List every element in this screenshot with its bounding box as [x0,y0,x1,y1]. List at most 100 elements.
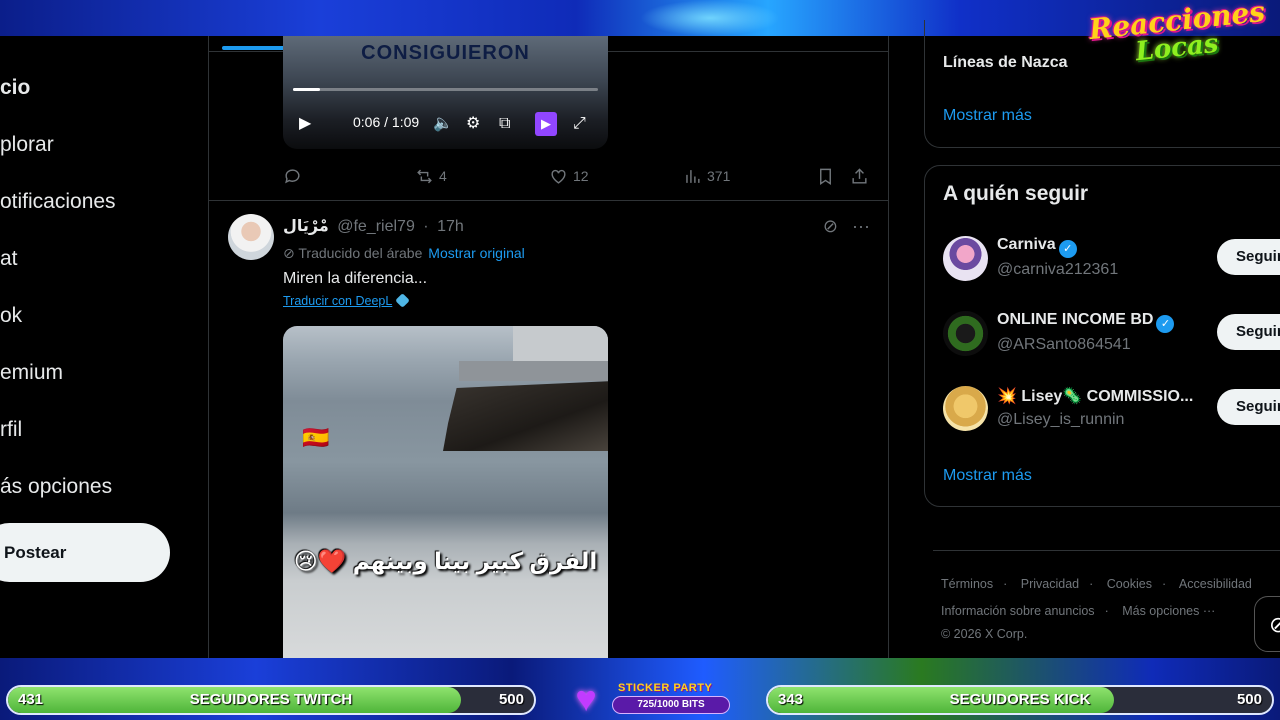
footer-link-accessibility[interactable]: Accesibilidad [1179,577,1252,591]
media-caption: الفرق كبير بينا وبينهم ❤️😢 [293,548,598,574]
suggestion-name[interactable]: ONLINE INCOME BD [997,311,1153,328]
post-button[interactable]: Postear [0,523,170,582]
footer-divider [933,550,1280,551]
picture-in-picture-icon[interactable]: ⧉ [499,112,510,136]
grok-explain-icon[interactable]: ⊘ [823,216,838,237]
settings-gear-icon[interactable]: ⚙ [466,112,480,136]
verified-badge-icon: ✓ [1058,240,1077,258]
tweet-header-icons: ⊘ ··· [823,216,870,237]
translated-label: Traducido del árabe [298,245,423,261]
channel-logo: Reacciones Locas [1082,0,1272,90]
sticker-party-title: STICKER PARTY [618,682,713,694]
like-count: 12 [573,168,589,184]
nav-item-premium[interactable]: emium [0,361,63,385]
video-progress-fill [293,88,321,91]
like-button[interactable]: 12 [549,164,589,188]
follow-suggestion[interactable]: ONLINE INCOME BD ✓ @ARSanto864541 Seguir [943,309,1280,359]
footer-link-privacy[interactable]: Privacidad [1021,577,1079,591]
nav-item-more[interactable]: ás opciones [0,475,112,499]
fullscreen-icon[interactable]: ⤢ [573,112,586,136]
media-pier [459,361,608,381]
who-to-follow-title: A quién seguir [943,182,1089,205]
kick-goal-label: SEGUIDORES KICK [949,691,1091,708]
sticker-party-progress: 725/1000 BITS [612,696,730,714]
deepl-translate-link[interactable]: Traducir con DeepL [283,293,411,308]
suggestion-handle: @Lisey_is_runnin [997,411,1125,428]
video-progress-bar[interactable] [293,88,598,91]
grok-floating-button[interactable]: ⊘ [1254,596,1280,652]
spain-flag-icon: 🇪🇸 [302,425,330,450]
who-to-follow-card: A quién seguir Carniva ✓ @carniva212361 S… [924,165,1280,507]
volume-icon[interactable]: 🔈 [433,112,453,136]
show-more-follow-link[interactable]: Mostrar más [943,467,1032,485]
twitch-goal-label: SEGUIDORES TWITCH [189,691,353,708]
views-count: 371 [707,168,731,184]
video-player[interactable]: CONSIGUIERON ▶ 0:06 / 1:09 🔈 ⚙ ⧉ ▶ ⤢ [283,36,608,149]
share-icon [852,167,867,184]
nav-item-notifications[interactable]: otificaciones [0,190,116,214]
nav-item-grok[interactable]: ok [0,304,22,328]
twitch-follower-goal-bar: 431 SEGUIDORES TWITCH 500 [6,685,536,715]
media-rocks [443,381,608,451]
kick-follower-goal-bar: 343 SEGUIDORES KICK 500 [766,685,1274,715]
play-icon[interactable]: ▶ [299,112,311,136]
suggestion-avatar[interactable] [943,386,988,431]
follow-button[interactable]: Seguir [1217,389,1280,425]
tweet-text: Miren la diferencia... [283,270,428,287]
kick-goal-target: 500 [1236,691,1262,708]
video-overlay-title: CONSIGUIERON [361,42,530,64]
nav-item-explore[interactable]: plorar [0,133,54,157]
show-original-link[interactable]: Mostrar original [428,245,524,261]
suggestion-avatar[interactable] [943,236,988,281]
twitch-goal-target: 500 [498,691,524,708]
left-navigation: cio plorar otificaciones at ok emium rfi… [0,36,208,658]
suggestion-name-row: Carniva ✓ [997,236,1077,258]
suggestion-name[interactable]: 💥 Lisey🦠 COMMISSIO... [997,386,1193,406]
share-button[interactable] [850,164,869,188]
footer-link-cookies[interactable]: Cookies [1107,577,1152,591]
footer-links-row-2: Información sobre anuncios · Más opciones… [941,604,1225,618]
footer-link-terms[interactable]: Términos [941,577,993,591]
footer-links-row-1: Términos · Privacidad · Cookies · Accesibil… [941,577,1262,591]
active-tab-indicator [222,46,286,50]
tweet-author-name[interactable]: مْرْيَال [283,218,329,235]
show-more-trends-link[interactable]: Mostrar más [943,107,1032,125]
translate-icon: ⊘ [283,245,295,261]
more-options-icon[interactable]: ··· [852,216,870,237]
tweet-dot: · [423,218,429,235]
follow-suggestion[interactable]: Carniva ✓ @carniva212361 Seguir [943,234,1280,284]
sticker-party-widget: ♥ STICKER PARTY 725/1000 BITS [566,678,734,719]
footer-link-more-options[interactable]: Más opciones ··· [1122,604,1215,618]
follow-button[interactable]: Seguir [1217,239,1280,275]
nav-item-home[interactable]: cio [0,76,30,100]
footer-dot: · [1161,577,1167,591]
sticker-heart-icon: ♥ [575,678,597,719]
repost-button[interactable]: 4 [415,164,447,188]
trend-item[interactable]: Líneas de Nazca [943,54,1068,72]
bookmark-icon [820,168,831,185]
bookmark-button[interactable] [816,164,835,188]
reply-button[interactable] [283,164,302,188]
follow-suggestion[interactable]: 💥 Lisey🦠 COMMISSIO... @Lisey_is_runnin S… [943,384,1280,434]
twitch-play-icon[interactable]: ▶ [535,112,557,136]
follow-button[interactable]: Seguir [1217,314,1280,350]
suggestion-handle: @ARSanto864541 [997,336,1131,353]
tweet-author-handle[interactable]: @fe_riel79 [337,218,415,235]
tweet-divider [209,200,888,201]
tweet-author-avatar[interactable] [228,214,274,260]
footer-copyright: © 2026 X Corp. [941,627,1028,641]
grok-icon: ⊘ [1269,612,1280,637]
verified-badge-icon: ✓ [1156,315,1175,333]
deepl-link-label: Traducir con DeepL [283,294,393,308]
timeline-column: CONSIGUIERON ▶ 0:06 / 1:09 🔈 ⚙ ⧉ ▶ ⤢ 4 1… [208,36,889,658]
suggestion-avatar[interactable] [943,311,988,356]
tweet-time[interactable]: 17h [437,218,464,235]
suggestion-name[interactable]: Carniva [997,236,1056,253]
video-time: 0:06 / 1:09 [353,114,420,130]
repost-icon [417,169,432,183]
nav-item-chat[interactable]: at [0,247,18,271]
nav-item-profile[interactable]: rfil [0,418,22,442]
tweet-media-video[interactable]: 🇪🇸 الفرق كبير بينا وبينهم ❤️😢 [283,326,608,658]
views-button[interactable]: 371 [683,164,730,188]
footer-link-ads-info[interactable]: Información sobre anuncios [941,604,1095,618]
